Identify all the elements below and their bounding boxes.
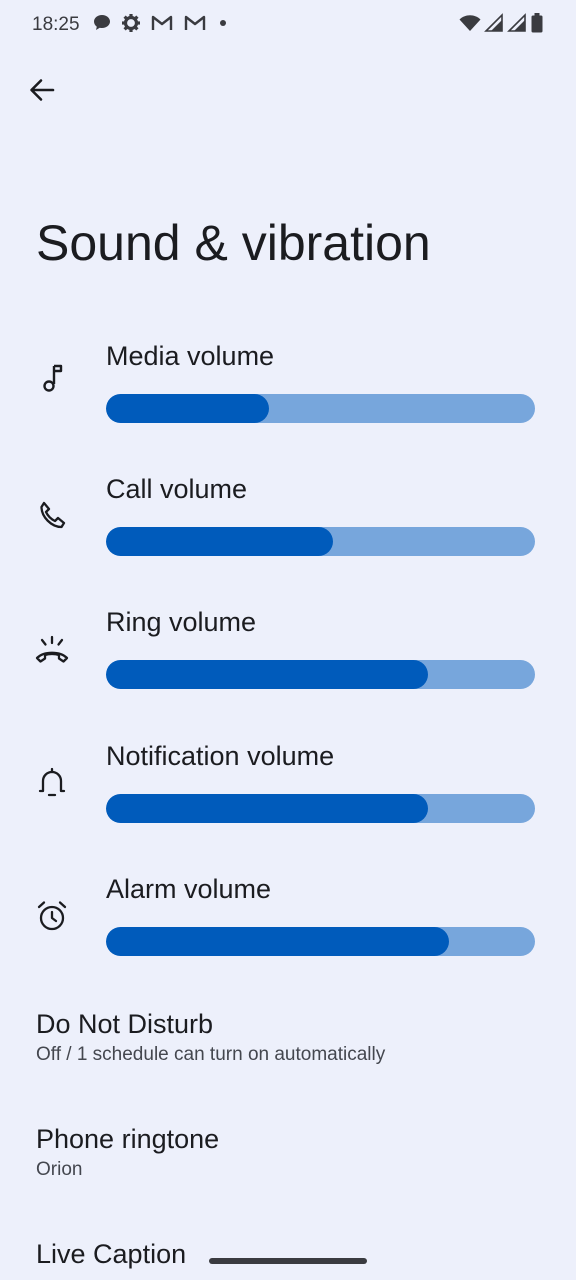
do-not-disturb-title: Do Not Disturb: [36, 1009, 214, 1039]
gear-icon: [121, 13, 141, 38]
status-time: 18:25: [32, 14, 80, 35]
signal-icon: [484, 12, 504, 38]
back-button[interactable]: [22, 72, 62, 112]
phone-icon: [34, 498, 70, 534]
alarm-volume-slider-fill: [106, 927, 450, 956]
signal-icon: [507, 12, 527, 38]
call-volume-slider-fill: [106, 527, 334, 556]
alarm-volume-slider[interactable]: [106, 927, 535, 956]
alarm-volume-row: Alarm volume: [0, 874, 576, 994]
bell-icon: [34, 765, 70, 801]
ring-icon: [34, 631, 70, 667]
notification-volume-slider-fill: [106, 794, 428, 823]
call-volume-slider[interactable]: [106, 527, 535, 556]
do-not-disturb-item[interactable]: Do Not Disturb Off / 1 schedule can turn…: [36, 1007, 556, 1068]
notification-volume-slider[interactable]: [106, 794, 535, 823]
media-volume-label: Media volume: [106, 341, 275, 371]
phone-ringtone-title: Phone ringtone: [36, 1124, 220, 1154]
ring-volume-slider[interactable]: [106, 660, 535, 689]
status-bar: 18:25: [0, 0, 576, 52]
alarm-volume-label: Alarm volume: [106, 874, 272, 904]
wifi-icon: [459, 13, 481, 38]
page-title: Sound & vibration: [36, 215, 431, 271]
alarm-icon: [34, 898, 70, 934]
phone-ringtone-item[interactable]: Phone ringtone Orion: [36, 1122, 556, 1183]
battery-icon: [530, 12, 544, 39]
phone-ringtone-summary: Orion: [36, 1159, 83, 1180]
arrow-back-icon: [27, 75, 57, 110]
chat-bubble-icon: [92, 13, 112, 38]
ring-volume-slider-fill: [106, 660, 428, 689]
gmail-icon: [150, 13, 174, 38]
notification-volume-row: Notification volume: [0, 741, 576, 861]
gmail-icon: [183, 13, 207, 38]
status-system-icons: [459, 12, 544, 39]
media-volume-row: Media volume: [0, 341, 576, 461]
call-volume-label: Call volume: [106, 474, 248, 504]
notification-volume-label: Notification volume: [106, 741, 335, 771]
live-caption-item[interactable]: Live Caption: [36, 1237, 556, 1271]
do-not-disturb-summary: Off / 1 schedule can turn on automatical…: [36, 1044, 386, 1065]
ring-volume-row: Ring volume: [0, 607, 576, 727]
media-volume-slider[interactable]: [106, 394, 535, 423]
ring-volume-label: Ring volume: [106, 607, 257, 637]
media-volume-slider-fill: [106, 394, 270, 423]
music-note-icon: [34, 361, 70, 397]
dot-icon: [216, 13, 230, 38]
live-caption-title: Live Caption: [36, 1239, 187, 1269]
status-notification-icons: [92, 13, 230, 38]
call-volume-row: Call volume: [0, 474, 576, 594]
navigation-handle[interactable]: [209, 1258, 367, 1264]
